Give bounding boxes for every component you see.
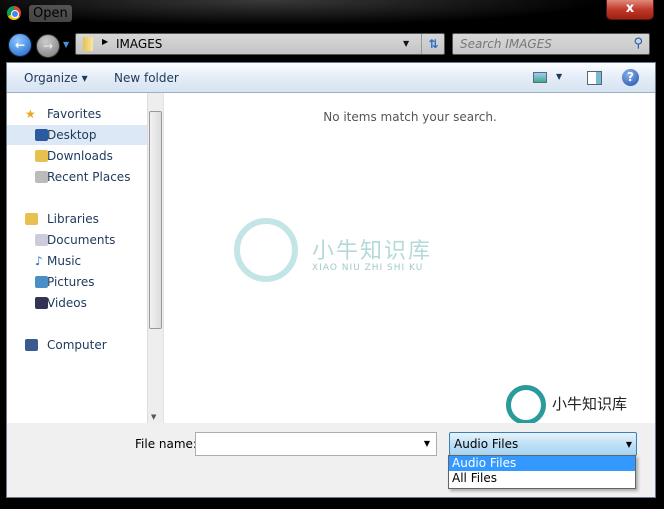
scroll-down-icon[interactable]: ▼ xyxy=(151,413,156,421)
music-icon: ♪ xyxy=(35,254,43,268)
refresh-icon[interactable]: ⇅ xyxy=(421,34,445,54)
title-bar: Open x xyxy=(0,0,664,30)
file-type-dropdown-icon[interactable]: ▼ xyxy=(626,440,632,449)
documents-icon xyxy=(35,234,48,246)
sidebar-label: Documents xyxy=(47,233,116,247)
search-icon[interactable]: ⚲ xyxy=(633,36,643,51)
sidebar-label: Libraries xyxy=(47,212,99,226)
sidebar-scrollbar[interactable]: ▼ xyxy=(147,93,163,423)
downloads-icon xyxy=(35,150,48,162)
sidebar-item-pictures[interactable]: Pictures xyxy=(7,272,147,292)
dialog-body: Organize ▾ New folder ▼ ? ★ Favorites Des… xyxy=(6,62,656,498)
chrome-icon xyxy=(7,6,21,20)
sidebar-item-desktop[interactable]: Desktop xyxy=(7,125,147,145)
breadcrumb-arrow-icon[interactable]: ▶ xyxy=(102,37,108,46)
watermark-logo-icon xyxy=(234,218,298,282)
help-icon[interactable]: ? xyxy=(622,69,639,86)
file-list[interactable]: No items match your search. 小牛知识库 XIAO N… xyxy=(163,93,655,425)
watermark-subtext: XIAO NIU ZHI SHI KU xyxy=(312,263,424,273)
close-button[interactable]: x xyxy=(606,0,654,20)
sidebar-item-documents[interactable]: Documents xyxy=(7,230,147,250)
recent-places-icon xyxy=(35,171,48,183)
option-all-files[interactable]: All Files xyxy=(449,471,635,486)
sidebar-computer[interactable]: Computer xyxy=(7,335,147,355)
pictures-icon xyxy=(35,276,48,288)
recent-pages-dropdown-icon[interactable]: ▼ xyxy=(63,40,69,49)
watermark-text-small: 小牛知识库 xyxy=(552,395,628,413)
file-name-dropdown-icon[interactable]: ▼ xyxy=(424,439,430,448)
sidebar-libraries[interactable]: Libraries xyxy=(7,209,147,229)
sidebar-label: Computer xyxy=(47,338,107,352)
sidebar-label: Recent Places xyxy=(47,170,131,184)
sidebar-label: Videos xyxy=(47,296,87,310)
watermark-logo-small-icon xyxy=(506,385,546,425)
window-title: Open xyxy=(29,5,72,22)
address-dropdown-icon[interactable]: ▼ xyxy=(403,39,409,48)
forward-button[interactable]: → xyxy=(36,34,60,58)
file-type-select[interactable]: Audio Files ▼ xyxy=(449,432,637,456)
sidebar-label: Favorites xyxy=(47,107,102,121)
file-type-options: Audio Files All Files xyxy=(448,455,636,489)
sidebar-item-recent-places[interactable]: Recent Places xyxy=(7,167,147,187)
watermark-text: 小牛知识库 xyxy=(312,239,433,264)
folder-icon xyxy=(83,37,93,51)
navigation-pane: ★ Favorites Desktop Downloads Recent Plac… xyxy=(7,93,147,423)
option-audio-files[interactable]: Audio Files xyxy=(449,456,635,471)
sidebar-label: Desktop xyxy=(47,128,97,142)
file-type-value: Audio Files xyxy=(454,437,519,451)
change-view-icon[interactable] xyxy=(533,72,547,83)
search-placeholder: Search IMAGES xyxy=(460,37,552,51)
empty-message: No items match your search. xyxy=(323,110,497,124)
sidebar-item-downloads[interactable]: Downloads xyxy=(7,146,147,166)
libraries-icon xyxy=(25,213,38,225)
command-bar: Organize ▾ New folder ▼ ? xyxy=(7,63,655,93)
sidebar-label: Downloads xyxy=(47,149,113,163)
search-input[interactable]: Search IMAGES ⚲ xyxy=(452,33,650,55)
view-dropdown-icon[interactable]: ▼ xyxy=(556,72,562,81)
computer-icon xyxy=(25,339,38,351)
breadcrumb-images[interactable]: IMAGES xyxy=(116,37,162,51)
organize-button[interactable]: Organize ▾ xyxy=(24,71,88,85)
file-name-input[interactable]: ▼ xyxy=(195,432,437,456)
sidebar-label: Music xyxy=(47,254,82,268)
scrollbar-thumb[interactable] xyxy=(149,111,162,329)
sidebar-label: Pictures xyxy=(47,275,95,289)
back-button[interactable]: ← xyxy=(8,33,32,57)
preview-pane-icon[interactable] xyxy=(587,71,602,85)
new-folder-button[interactable]: New folder xyxy=(114,71,179,85)
star-icon: ★ xyxy=(25,107,36,121)
sidebar-favorites[interactable]: ★ Favorites xyxy=(7,104,147,124)
desktop-icon xyxy=(35,129,48,141)
address-bar[interactable]: ▶ IMAGES ▼ ⇅ xyxy=(75,33,445,55)
sidebar-item-music[interactable]: ♪ Music xyxy=(7,251,147,271)
sidebar-item-videos[interactable]: Videos xyxy=(7,293,147,313)
file-name-label: File name: xyxy=(135,437,197,451)
videos-icon xyxy=(35,297,48,309)
